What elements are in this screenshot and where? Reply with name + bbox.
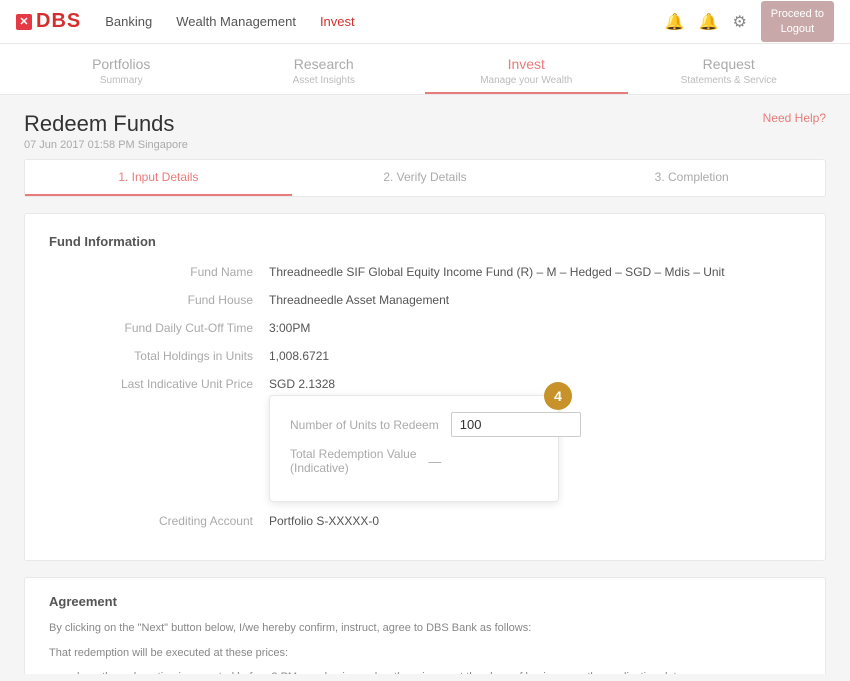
nav-icons: 🔔 🔔 ⚙ Proceed toLogout bbox=[665, 1, 834, 42]
units-input-row: Number of Units to Redeem bbox=[290, 412, 538, 437]
tab-research[interactable]: Research Asset Insights bbox=[223, 44, 426, 94]
agreement-bullet-1: where the redemption is accepted before … bbox=[69, 668, 801, 674]
tab-request[interactable]: Request Statements & Service bbox=[628, 44, 831, 94]
step-indicator: 1. Input Details 2. Verify Details 3. Co… bbox=[24, 159, 826, 197]
fund-house-row: Fund House Threadneedle Asset Management bbox=[49, 291, 801, 309]
units-input-label: Number of Units to Redeem bbox=[290, 418, 439, 432]
units-input[interactable] bbox=[451, 412, 581, 437]
holdings-label: Total Holdings in Units bbox=[49, 347, 269, 365]
cutoff-row: Fund Daily Cut-Off Time 3:00PM bbox=[49, 319, 801, 337]
nav-banking[interactable]: Banking bbox=[105, 14, 152, 29]
fund-house-value: Threadneedle Asset Management bbox=[269, 291, 449, 309]
cutoff-value: 3:00PM bbox=[269, 319, 310, 337]
tab-invest[interactable]: Invest Manage your Wealth bbox=[425, 44, 628, 94]
nav-links: Banking Wealth Management Invest bbox=[105, 14, 664, 29]
nav-wealth[interactable]: Wealth Management bbox=[176, 14, 296, 29]
nav-invest[interactable]: Invest bbox=[320, 14, 355, 29]
step-1: 1. Input Details bbox=[25, 160, 292, 196]
step-3: 3. Completion bbox=[558, 160, 825, 196]
bell-icon[interactable]: 🔔 bbox=[665, 12, 685, 32]
crediting-value: Portfolio S-XXXXX-0 bbox=[269, 512, 379, 530]
unit-price-row: Last Indicative Unit Price SGD 2.1328 bbox=[49, 375, 801, 393]
proceed-logout-button[interactable]: Proceed toLogout bbox=[761, 1, 834, 42]
crediting-label: Crediting Account bbox=[49, 512, 269, 530]
fund-name-value: Threadneedle SIF Global Equity Income Fu… bbox=[269, 263, 725, 281]
redemption-value-row: Total Redemption Value(Indicative) — bbox=[290, 447, 538, 475]
agreement-section: Agreement By clicking on the "Next" butt… bbox=[24, 577, 826, 674]
logo-x-icon: ✕ bbox=[16, 14, 32, 30]
cutoff-label: Fund Daily Cut-Off Time bbox=[49, 319, 269, 337]
main-content: Redeem Funds 07 Jun 2017 01:58 PM Singap… bbox=[0, 95, 850, 674]
tab-portfolios[interactable]: Portfolios Summary bbox=[20, 44, 223, 94]
top-navigation: ✕ DBS Banking Wealth Management Invest 🔔… bbox=[0, 0, 850, 44]
redemption-label: Total Redemption Value(Indicative) bbox=[290, 447, 417, 475]
unit-price-label: Last Indicative Unit Price bbox=[49, 375, 269, 393]
units-input-box: 4 Number of Units to Redeem Total Redemp… bbox=[269, 395, 559, 502]
settings-icon[interactable]: ⚙ bbox=[732, 12, 746, 32]
holdings-row: Total Holdings in Units 1,008.6721 bbox=[49, 347, 801, 365]
step-badge-4: 4 bbox=[544, 382, 572, 410]
fund-house-label: Fund House bbox=[49, 291, 269, 309]
fund-section-title: Fund Information bbox=[49, 234, 801, 249]
alert-icon[interactable]: 🔔 bbox=[699, 12, 719, 32]
fund-name-row: Fund Name Threadneedle SIF Global Equity… bbox=[49, 263, 801, 281]
logo-area: ✕ DBS bbox=[16, 10, 81, 33]
dbs-logo: DBS bbox=[36, 10, 81, 33]
fund-name-label: Fund Name bbox=[49, 263, 269, 281]
holdings-value: 1,008.6721 bbox=[269, 347, 329, 365]
tab-bar: Portfolios Summary Research Asset Insigh… bbox=[0, 44, 850, 95]
page-header: Redeem Funds 07 Jun 2017 01:58 PM Singap… bbox=[24, 111, 826, 151]
agreement-text-1: By clicking on the "Next" button below, … bbox=[49, 619, 801, 638]
agreement-title: Agreement bbox=[49, 594, 801, 609]
need-help-link[interactable]: Need Help? bbox=[763, 111, 826, 125]
crediting-row: Crediting Account Portfolio S-XXXXX-0 bbox=[49, 512, 801, 530]
page-title: Redeem Funds bbox=[24, 111, 188, 137]
step-2: 2. Verify Details bbox=[292, 160, 559, 196]
agreement-text-2: That redemption will be executed at thes… bbox=[49, 644, 801, 663]
fund-info-card: Fund Information Fund Name Threadneedle … bbox=[24, 213, 826, 561]
redemption-value: — bbox=[429, 454, 442, 469]
unit-price-value: SGD 2.1328 bbox=[269, 375, 335, 393]
page-date: 07 Jun 2017 01:58 PM Singapore bbox=[24, 139, 188, 151]
agreement-bullets: where the redemption is accepted before … bbox=[49, 668, 801, 674]
